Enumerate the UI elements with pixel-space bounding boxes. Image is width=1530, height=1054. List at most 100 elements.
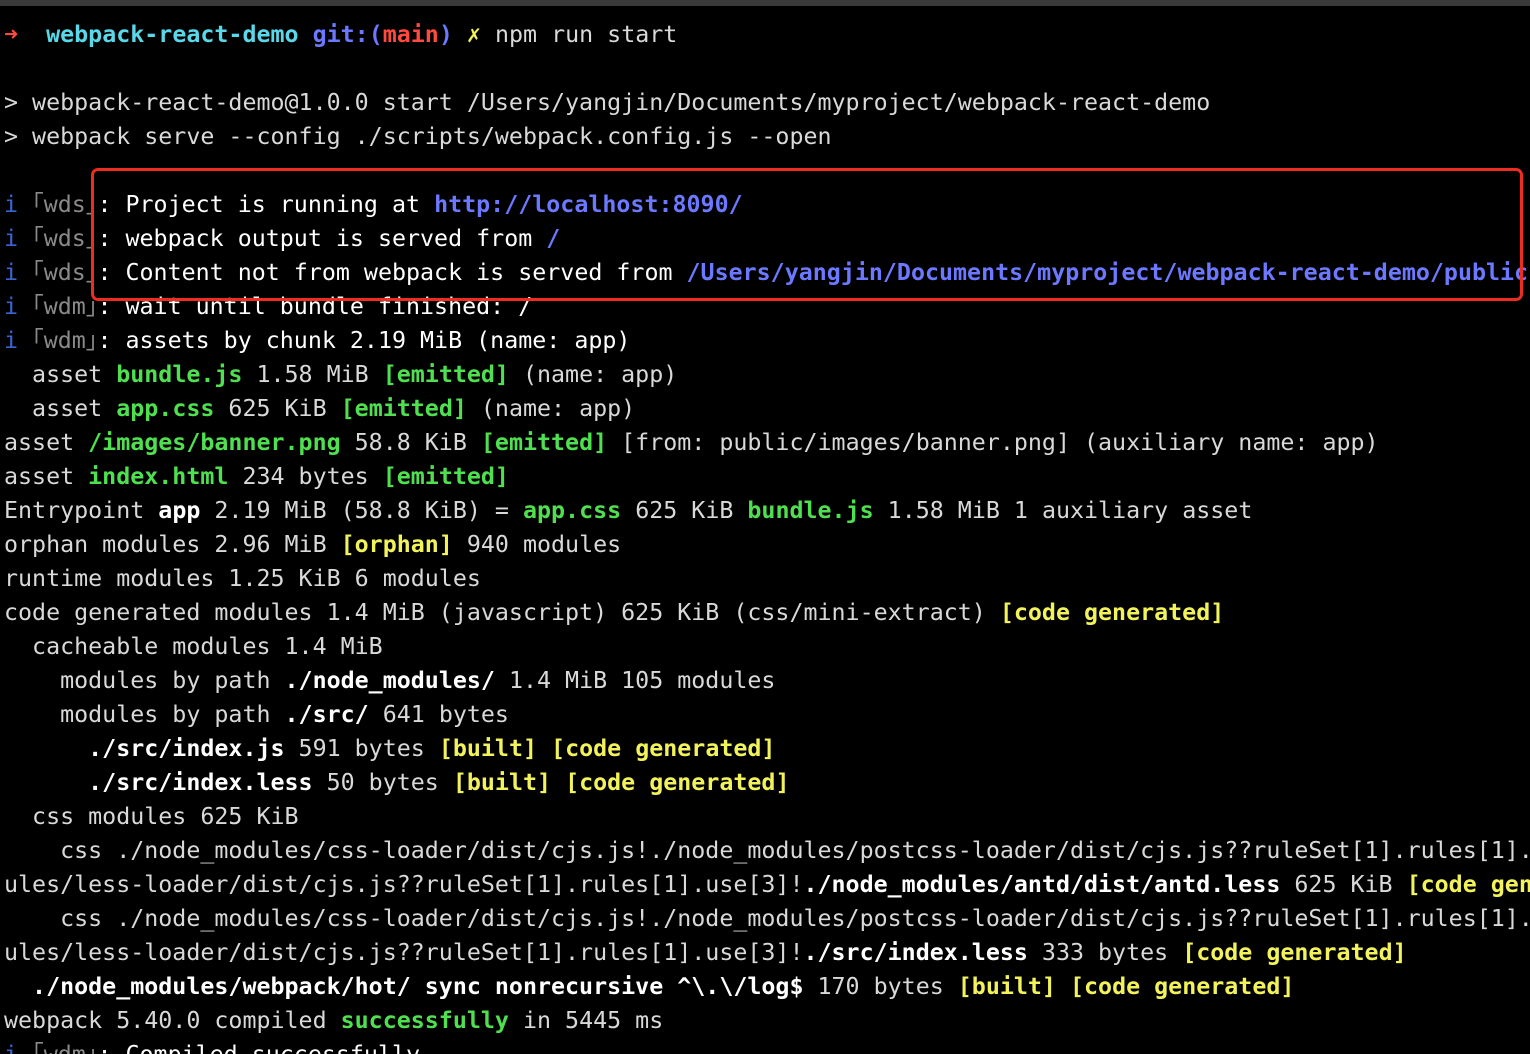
output-segment: i <box>4 259 33 286</box>
output-segment: 940 modules <box>452 531 622 558</box>
output-segment: 591 bytes <box>284 735 439 762</box>
output-segment: [code generated] <box>1070 973 1295 1000</box>
output-line: modules by path ./node_modules/ 1.4 MiB … <box>4 664 1530 698</box>
output-line: modules by path ./src/ 641 bytes <box>4 698 1530 732</box>
output-segment: > webpack serve --config ./scripts/webpa… <box>4 123 832 150</box>
output-segment: ./node_modules/antd/dist/antd.less <box>803 871 1281 898</box>
output-segment: : Content not from webpack is served fro… <box>97 259 687 286</box>
output-segment: [emitted] <box>340 395 467 422</box>
output-segment: 625 KiB <box>1280 871 1407 898</box>
output-segment: 333 bytes <box>1027 939 1183 966</box>
output-line: asset app.css 625 KiB [emitted] (name: a… <box>4 392 1530 426</box>
output-segment: 625 KiB <box>621 497 748 524</box>
output-segment: ./src/index.less <box>803 939 1028 966</box>
output-lines: > webpack-react-demo@1.0.0 start /Users/… <box>4 86 1530 1054</box>
output-segment <box>551 769 565 796</box>
output-line: i ｢wds｣: Content not from webpack is ser… <box>4 256 1530 290</box>
output-segment: i <box>4 191 33 218</box>
output-segment: runtime modules 1.25 KiB 6 modules <box>4 565 481 592</box>
output-line: i ｢wdm｣: Compiled successfully. <box>4 1038 1530 1054</box>
output-segment: index.html <box>88 463 229 490</box>
output-segment: : wait until bundle finished: / <box>97 293 533 320</box>
output-segment: i <box>4 1041 32 1054</box>
output-segment: 234 bytes <box>228 463 383 490</box>
prompt-line: ➜ webpack-react-demo git:(main) ✗ npm ru… <box>4 18 1530 52</box>
output-segment: [code gen <box>1406 871 1530 898</box>
output-segment <box>537 735 551 762</box>
output-segment: in 5445 ms <box>508 1007 664 1034</box>
output-segment: (name: app) <box>466 395 636 422</box>
dirty-mark-icon: ✗ <box>466 21 481 48</box>
output-segment: i <box>4 327 33 354</box>
output-line: runtime modules 1.25 KiB 6 modules <box>4 562 1530 596</box>
output-segment: bundle.js <box>116 361 243 388</box>
output-segment: [built] <box>957 973 1056 1000</box>
output-segment: [code generated] <box>1182 939 1407 966</box>
output-line: orphan modules 2.96 MiB [orphan] 940 mod… <box>4 528 1530 562</box>
output-segment: : webpack output is served from <box>97 225 547 252</box>
output-segment: 1.58 MiB <box>242 361 383 388</box>
output-segment: modules by path <box>4 701 285 728</box>
output-segment: ./src/ <box>284 701 369 728</box>
output-segment: asset <box>4 429 89 456</box>
output-segment: ｢wds｣ <box>32 259 98 286</box>
output-line: ./src/index.js 591 bytes [built] [code g… <box>4 732 1530 766</box>
output-line: asset /images/banner.png 58.8 KiB [emitt… <box>4 426 1530 460</box>
output-segment: ./src/index.js <box>4 735 285 762</box>
output-segment: code generated modules 1.4 MiB (javascri… <box>4 599 1000 626</box>
git-label: git:( <box>312 21 383 48</box>
output-line: Entrypoint app 2.19 MiB (58.8 KiB) = app… <box>4 494 1530 528</box>
output-segment: : assets by chunk 2.19 MiB (name: app) <box>97 327 631 354</box>
output-segment: bundle.js <box>747 497 874 524</box>
output-segment: 50 bytes <box>312 769 453 796</box>
output-segment: ./node_modules/ <box>284 667 495 694</box>
output-line: css ./node_modules/css-loader/dist/cjs.j… <box>4 902 1530 936</box>
prompt-arrow-icon: ➜ <box>4 21 19 48</box>
output-segment: / <box>546 225 561 252</box>
output-segment: [code generated] <box>551 735 776 762</box>
output-segment: ｢wdm｣ <box>32 1041 97 1054</box>
terminal-output: ➜ webpack-react-demo git:(main) ✗ npm ru… <box>4 18 1530 1054</box>
output-line: ules/less-loader/dist/cjs.js??ruleSet[1]… <box>4 868 1530 902</box>
output-segment: http://localhost:8090/ <box>434 191 743 218</box>
output-segment: app.css <box>522 497 622 524</box>
output-segment: orphan modules 2.96 MiB <box>4 531 341 558</box>
output-segment <box>1056 973 1070 1000</box>
output-line: i ｢wdm｣: wait until bundle finished: / <box>4 290 1530 324</box>
output-segment: i <box>4 293 33 320</box>
output-segment: /Users/yangjin/Documents/myproject/webpa… <box>686 259 1529 286</box>
output-segment: ｢wds｣ <box>32 225 98 252</box>
output-segment: i <box>4 225 33 252</box>
output-segment: : Compiled successfully. <box>97 1041 434 1054</box>
output-segment: [built] <box>452 769 552 796</box>
output-segment: asset <box>4 463 89 490</box>
prompt-command: npm run start <box>494 21 678 48</box>
output-segment: ./src/index.less <box>4 769 313 796</box>
output-line: i ｢wdm｣: assets by chunk 2.19 MiB (name:… <box>4 324 1530 358</box>
output-segment: > webpack-react-demo@1.0.0 start /Users/… <box>4 89 1211 116</box>
output-line: ./src/index.less 50 bytes [built] [code … <box>4 766 1530 800</box>
output-segment: [emitted] <box>480 429 608 456</box>
output-line: ./node_modules/webpack/hot/ sync nonrecu… <box>4 970 1530 1004</box>
output-segment: ules/less-loader/dist/cjs.js??ruleSet[1]… <box>4 871 804 898</box>
output-segment: 2.19 MiB (58.8 KiB) = <box>200 497 523 524</box>
output-segment: css ./node_modules/css-loader/dist/cjs.j… <box>4 837 1530 864</box>
output-line: webpack 5.40.0 compiled successfully in … <box>4 1004 1530 1038</box>
output-segment: [code generated] <box>565 769 790 796</box>
output-segment: [from: public/images/banner.png] (auxili… <box>607 429 1379 456</box>
prompt-directory: webpack-react-demo <box>46 21 299 48</box>
output-line: css modules 625 KiB <box>4 800 1530 834</box>
git-branch: main <box>382 21 439 48</box>
output-segment: [orphan] <box>340 531 453 558</box>
output-segment: ｢wds｣ <box>32 191 98 218</box>
output-segment: ｢wdm｣ <box>32 293 98 320</box>
terminal-window[interactable]: ➜ webpack-react-demo git:(main) ✗ npm ru… <box>0 0 1530 1054</box>
output-segment: css ./node_modules/css-loader/dist/cjs.j… <box>4 905 1530 932</box>
output-line: code generated modules 1.4 MiB (javascri… <box>4 596 1530 630</box>
output-segment: cacheable modules 1.4 MiB <box>4 633 383 660</box>
output-segment: ｢wdm｣ <box>32 327 98 354</box>
output-segment: 1.58 MiB 1 auxiliary asset <box>873 497 1253 524</box>
output-segment: app.css <box>116 395 215 422</box>
output-segment: asset <box>4 395 117 422</box>
